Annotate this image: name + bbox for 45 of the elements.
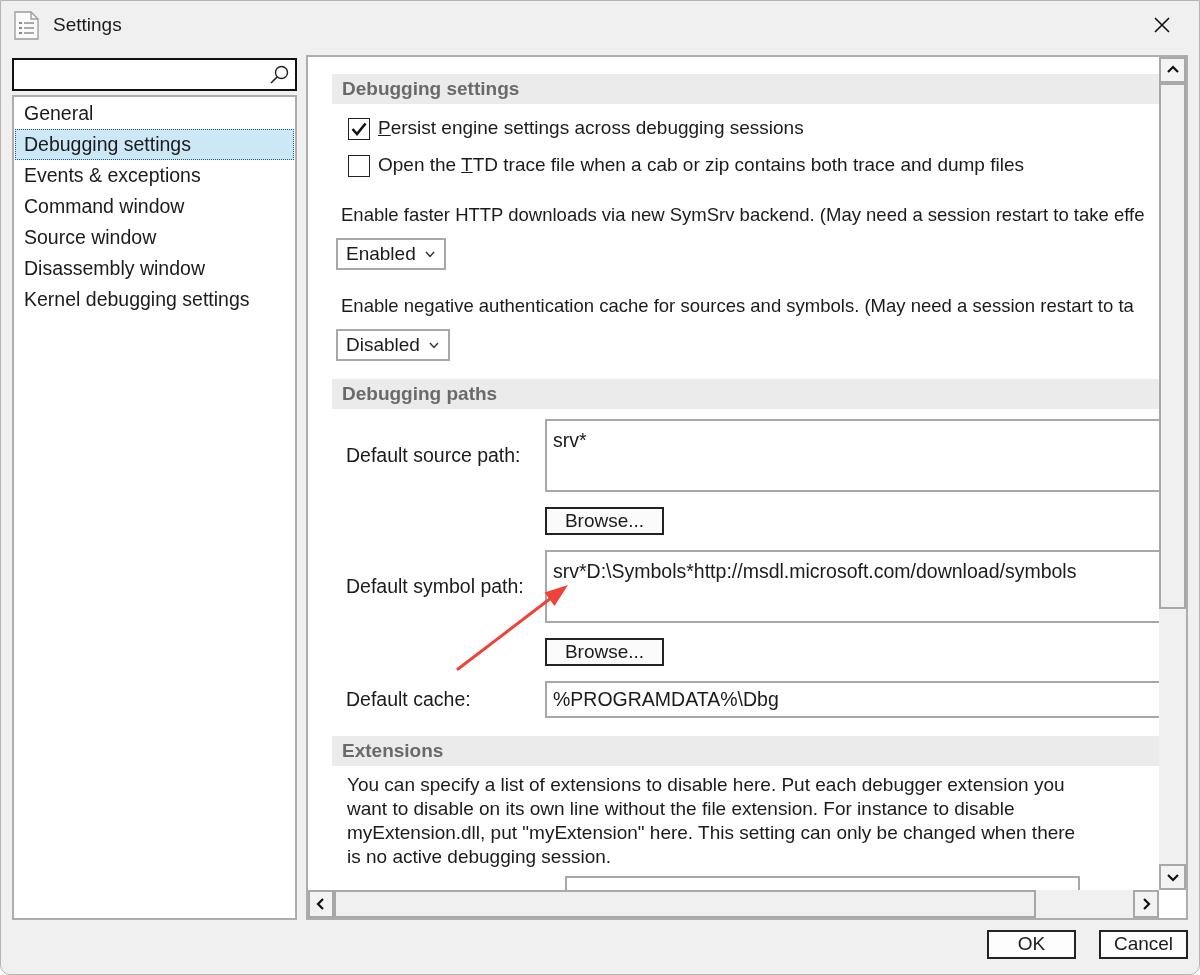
scroll-down-button[interactable] — [1159, 864, 1186, 890]
browse-button[interactable]: Browse... — [545, 638, 664, 666]
sidebar-item[interactable]: Source window — [15, 222, 294, 253]
checkbox-label[interactable]: Open the TTD trace file when a cab or zip contains both trace and dump files — [378, 151, 1024, 180]
path-label: Default symbol path: — [345, 573, 525, 599]
sidebar-item[interactable]: General — [15, 98, 294, 129]
checkbox[interactable] — [348, 117, 370, 140]
path-field[interactable]: srv* — [545, 419, 1159, 492]
chevron-down-icon — [424, 250, 435, 258]
browse-button[interactable]: Browse... — [545, 507, 664, 535]
extensions-field[interactable] — [565, 876, 1080, 890]
document-icon — [14, 10, 39, 40]
section-header: Extensions — [332, 736, 1159, 766]
dialog-button[interactable]: Cancel — [1099, 930, 1188, 959]
path-label: Default cache: — [345, 686, 472, 712]
checkbox[interactable] — [348, 154, 370, 177]
path-field[interactable]: srv*D:\Symbols*http://msdl.microsoft.com/download/symbols — [545, 550, 1159, 623]
setting-label: Enable faster HTTP downloads via new SymSrv backend. (May need a session restart to take effe — [341, 204, 1146, 226]
section-header: Debugging settings — [332, 74, 1159, 104]
checkbox-label[interactable]: Persist engine settings across debugging sessions — [378, 114, 804, 143]
setting-label: Enable negative authentication cache for sources and symbols. (May need a session restart to ta — [341, 295, 1135, 317]
chevron-down-icon — [428, 341, 439, 349]
dialog-button[interactable]: OK — [987, 930, 1076, 959]
dropdown[interactable]: Disabled — [336, 329, 450, 361]
extensions-note: You can specify a list of extensions to disable here. Put each debugger extension you want to disable on its own line without the file extension. For instance to disable myExtension.dll, put "myExtension" here. This setting can only be changed when there is no active debugging session. — [347, 773, 1077, 869]
dropdown[interactable]: Enabled — [336, 238, 446, 270]
section-header: Debugging paths — [332, 379, 1159, 409]
window-title: Settings — [53, 12, 122, 37]
path-label: Default source path: — [345, 442, 522, 468]
scrollbar-corner — [1159, 890, 1186, 918]
scroll-right-button[interactable] — [1133, 890, 1159, 918]
sidebar-item[interactable]: Debugging settings — [15, 129, 294, 160]
path-field[interactable]: %PROGRAMDATA%\Dbg — [545, 681, 1159, 718]
sidebar-item[interactable]: Kernel debugging settings — [15, 284, 294, 315]
scrollbar-thumb[interactable] — [334, 890, 1036, 918]
scrollbar-thumb[interactable] — [1159, 83, 1186, 609]
close-icon — [1154, 17, 1170, 33]
sidebar-item[interactable]: Disassembly window — [15, 253, 294, 284]
sidebar-item[interactable]: Command window — [15, 191, 294, 222]
scroll-up-button[interactable] — [1159, 57, 1186, 83]
search-icon — [270, 65, 289, 84]
scroll-left-button[interactable] — [308, 890, 334, 918]
check-icon — [351, 121, 367, 136]
search-field[interactable] — [12, 58, 297, 91]
sidebar-item[interactable]: Events & exceptions — [15, 160, 294, 191]
